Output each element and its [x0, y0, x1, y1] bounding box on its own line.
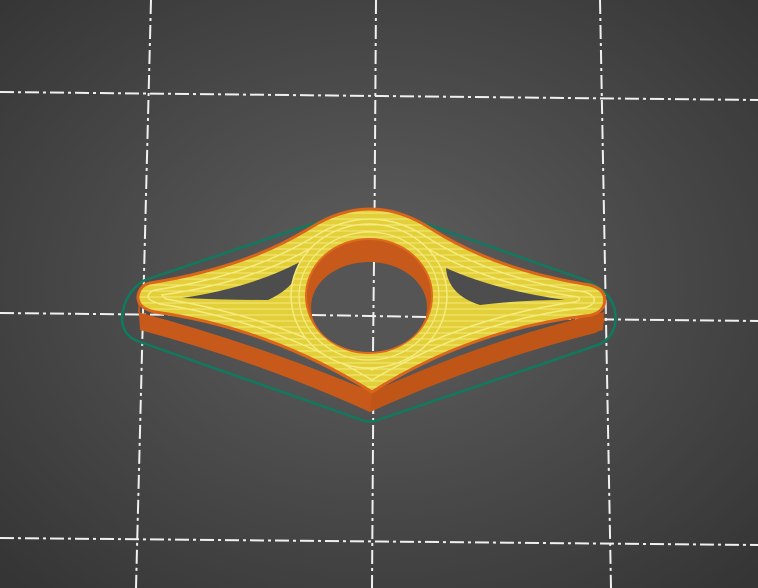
preview-canvas[interactable]	[0, 0, 758, 588]
3d-preview-viewport[interactable]	[0, 0, 758, 588]
grid-line-through-hole	[372, 261, 375, 353]
ring-hole	[311, 262, 427, 352]
